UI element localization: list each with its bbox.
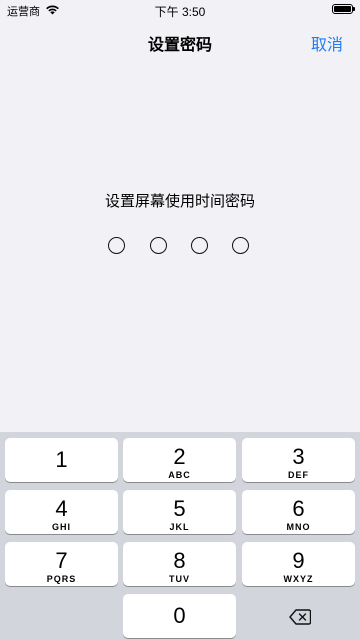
key-digit: 8 (173, 548, 186, 573)
key-letters: DEF (288, 470, 309, 480)
passcode-dot (150, 237, 167, 254)
key-letters: TUV (169, 574, 190, 584)
passcode-dots (108, 237, 252, 256)
key-4[interactable]: 4 GHI (5, 490, 118, 534)
navigation-bar: 设置密码 取消 (0, 20, 360, 62)
key-3[interactable]: 3 DEF (242, 438, 355, 482)
status-time: 下午 3:50 (154, 5, 206, 19)
key-letters: ABC (168, 470, 191, 480)
key-6[interactable]: 6 MNO (242, 490, 355, 534)
passcode-dot (108, 237, 125, 254)
key-letters: GHI (51, 522, 71, 532)
key-2[interactable]: 2 ABC (123, 438, 236, 482)
status-bar: 运营商 下午 3:50 (0, 0, 360, 20)
key-letters: MNO (286, 522, 311, 532)
key-digit: 5 (173, 496, 186, 521)
key-9[interactable]: 9 WXYZ (242, 542, 355, 586)
cancel-button[interactable]: 取消 (311, 31, 343, 55)
key-1[interactable]: 1 (5, 438, 118, 482)
battery-icon (332, 4, 355, 14)
key-0[interactable]: 0 (123, 594, 236, 638)
delete-backward-icon (289, 609, 312, 630)
key-digit: 3 (292, 444, 305, 469)
passcode-prompt: 设置屏幕使用时间密码 (104, 193, 255, 210)
key-letters: WXYZ (283, 574, 314, 584)
key-digit: 6 (292, 496, 305, 521)
key-5[interactable]: 5 JKL (123, 490, 236, 534)
key-digit: 0 (173, 603, 186, 628)
key-digit: 9 (292, 548, 305, 573)
key-digit: 7 (55, 548, 68, 573)
page-title: 设置密码 (147, 37, 212, 54)
numeric-keypad: 1 2 ABC 3 DEF 4 GHI 5 JKL 6 MNO 7 PQRS 8… (0, 432, 360, 640)
key-letters: PQRS (46, 574, 77, 584)
key-8[interactable]: 8 TUV (123, 542, 236, 586)
key-7[interactable]: 7 PQRS (5, 542, 118, 586)
key-digit: 2 (173, 444, 186, 469)
key-digit: 1 (55, 447, 68, 472)
key-digit: 4 (55, 496, 68, 521)
passcode-dot (191, 237, 208, 254)
key-letters: JKL (169, 522, 190, 532)
backspace-button[interactable] (242, 594, 355, 638)
passcode-dot (232, 237, 249, 254)
